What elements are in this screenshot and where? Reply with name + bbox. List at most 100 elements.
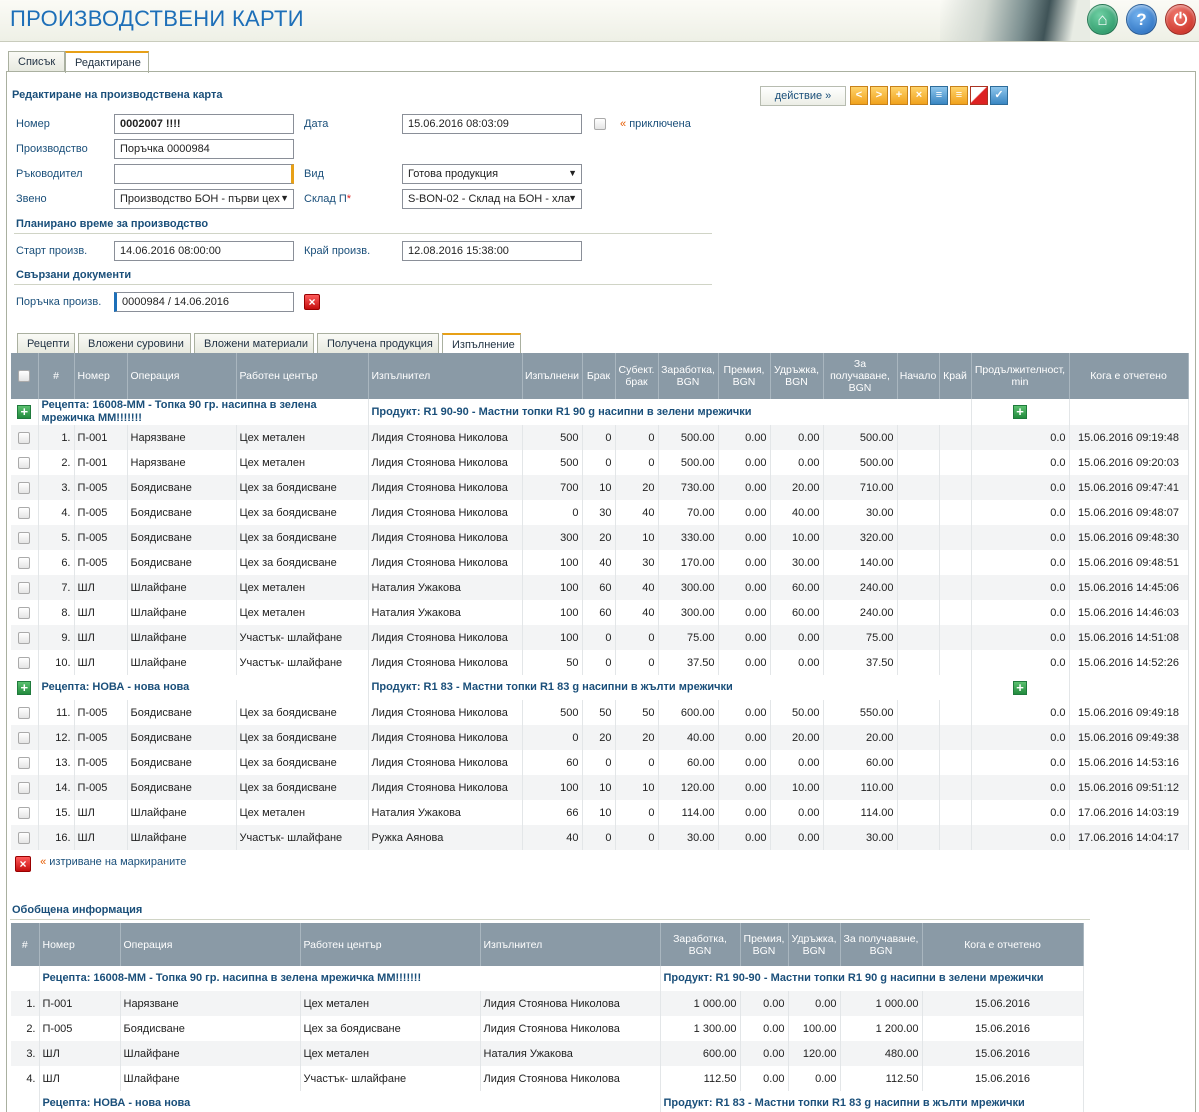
delete-marked-link[interactable]: « изтриване на маркираните [40, 856, 186, 868]
delete-icon[interactable]: × [15, 856, 31, 872]
add-icon[interactable]: + [890, 86, 908, 105]
close-card-icon[interactable] [970, 86, 988, 105]
table-row[interactable]: 11. П-005 Боядисване Цех за боядисване Лидия… [11, 700, 1189, 725]
add-row-icon[interactable]: + [17, 680, 32, 695]
production-label: Производство [16, 143, 88, 155]
production-field[interactable]: Поръчка 0000984 [114, 139, 294, 159]
tab-recipes[interactable]: Рецепти [17, 333, 75, 353]
row-select[interactable] [11, 500, 39, 525]
warehouse-select[interactable]: S-BON-02 - Склад на БОН - хла [402, 189, 582, 209]
list-icon[interactable]: ≡ [930, 86, 948, 105]
action-button[interactable]: действие » [760, 86, 846, 106]
add-row-icon[interactable]: + [17, 405, 32, 419]
table-row[interactable]: 3. П-005 Боядисване Цех за боядисване Лидия … [11, 475, 1189, 500]
row-select[interactable] [11, 775, 39, 800]
manager-field[interactable] [114, 164, 294, 184]
row-select[interactable] [11, 700, 39, 725]
next-icon[interactable]: > [870, 86, 888, 105]
table-row[interactable]: 12. П-005 Боядисване Цех за боядисване Лидия… [11, 725, 1189, 750]
row-select[interactable] [11, 475, 39, 500]
prev-icon[interactable]: < [850, 86, 868, 105]
tab-edit[interactable]: Редактиране [65, 51, 149, 73]
table-row[interactable]: 14. П-005 Боядисване Цех за боядисване Лидия… [11, 775, 1189, 800]
unit-select[interactable]: Производство БОН - първи цех [114, 189, 294, 209]
select-all-checkbox[interactable] [18, 370, 31, 383]
row-scrap: 30 [582, 500, 616, 525]
row-checkbox[interactable] [18, 606, 31, 619]
row-select[interactable] [11, 825, 39, 850]
add-row-icon[interactable]: + [1013, 680, 1027, 695]
row-checkbox[interactable] [18, 781, 31, 794]
row-select[interactable] [11, 550, 39, 575]
table-row[interactable]: 9. ШЛ Шлайфане Участък- шлайфане Лидия Стоян… [11, 625, 1189, 650]
col-index: # [11, 923, 40, 966]
row-select[interactable] [11, 600, 39, 625]
row-checkbox[interactable] [18, 631, 31, 644]
start-field[interactable]: 14.06.2016 08:00:00 [114, 241, 294, 261]
tab-materials[interactable]: Вложени материали [194, 333, 314, 353]
row-select[interactable] [11, 450, 39, 475]
row-checkbox[interactable] [18, 456, 31, 469]
date-field[interactable]: 15.06.2016 08:03:09 [402, 114, 582, 134]
cancel-icon[interactable]: × [910, 86, 928, 105]
row-checkbox[interactable] [18, 831, 31, 844]
row-checkbox[interactable] [18, 531, 31, 544]
print-icon[interactable]: ≡ [950, 86, 968, 105]
row-scrap: 40 [582, 550, 616, 575]
tab-received-products[interactable]: Получена продукция [317, 333, 439, 353]
number-field[interactable]: 0002007 !!!! [114, 114, 294, 134]
row-checkbox[interactable] [18, 806, 31, 819]
select-all-header[interactable] [11, 353, 39, 399]
confirm-icon[interactable]: ✓ [990, 86, 1008, 105]
kind-select[interactable]: Готова продукция [402, 164, 582, 184]
row-index: 13. [38, 750, 75, 775]
row-select[interactable] [11, 625, 39, 650]
table-row[interactable]: 16. ШЛ Шлайфане Участък- шлайфане Ружка Аяно… [11, 825, 1189, 850]
row-checkbox[interactable] [18, 431, 31, 444]
order-field[interactable]: 0000984 / 14.06.2016 [114, 292, 294, 312]
row-select[interactable] [11, 800, 39, 825]
col-bonus: Премия, BGN [740, 923, 789, 966]
add-row-icon[interactable]: + [1013, 405, 1027, 419]
page-title: ПРОИЗВОДСТВЕНИ КАРТИ [10, 6, 304, 31]
row-executor: Лидия Стоянова Николова [368, 550, 523, 575]
row-checkbox[interactable] [18, 481, 31, 494]
row-earnings: 500.00 [658, 450, 719, 475]
table-row[interactable]: 5. П-005 Боядисване Цех за боядисване Лидия … [11, 525, 1189, 550]
table-row[interactable]: 13. П-005 Боядисване Цех за боядисване Лидия… [11, 750, 1189, 775]
table-row[interactable]: 7. ШЛ Шлайфане Цех метален Наталия Ужакова 10… [11, 575, 1189, 600]
table-row[interactable]: 4. П-005 Боядисване Цех за боядисване Лидия … [11, 500, 1189, 525]
row-select[interactable] [11, 750, 39, 775]
row-checkbox[interactable] [18, 581, 31, 594]
table-row[interactable]: 8. ШЛ Шлайфане Цех метален Наталия Ужакова 10… [11, 600, 1189, 625]
table-row[interactable]: 15. ШЛ Шлайфане Цех метален Наталия Ужакова 6… [11, 800, 1189, 825]
power-icon[interactable]: ⏻ [1165, 4, 1196, 35]
row-select[interactable] [11, 425, 39, 450]
home-icon[interactable]: ⌂ [1087, 4, 1118, 35]
row-checkbox[interactable] [18, 756, 31, 769]
row-checkbox[interactable] [18, 556, 31, 569]
end-field[interactable]: 12.08.2016 15:38:00 [402, 241, 582, 261]
row-operation: Боядисване [127, 775, 237, 800]
col-start: Начало [897, 353, 940, 399]
row-scrap: 0 [582, 450, 616, 475]
row-checkbox[interactable] [18, 706, 31, 719]
row-select[interactable] [11, 525, 39, 550]
closed-checkbox[interactable] [594, 118, 606, 130]
row-checkbox[interactable] [18, 731, 31, 744]
tab-execution[interactable]: Изпълнение [442, 333, 521, 353]
remove-order-icon[interactable]: × [304, 294, 320, 310]
table-row[interactable]: 6. П-005 Боядисване Цех за боядисване Лидия … [11, 550, 1189, 575]
help-icon[interactable]: ? [1126, 4, 1157, 35]
table-row[interactable]: 1. П-001 Нарязване Цех метален Лидия Стоянов… [11, 425, 1189, 450]
row-select[interactable] [11, 650, 39, 675]
row-select[interactable] [11, 575, 39, 600]
table-row[interactable]: 2. П-001 Нарязване Цех метален Лидия Стоянов… [11, 450, 1189, 475]
row-checkbox[interactable] [18, 656, 31, 669]
tab-raw-materials[interactable]: Вложени суровини [78, 333, 191, 353]
row-done: 66 [522, 800, 583, 825]
row-checkbox[interactable] [18, 506, 31, 519]
table-row[interactable]: 10. ШЛ Шлайфане Участък- шлайфане Лидия Стоя… [11, 650, 1189, 675]
row-select[interactable] [11, 725, 39, 750]
tab-list[interactable]: Списък [8, 51, 65, 72]
